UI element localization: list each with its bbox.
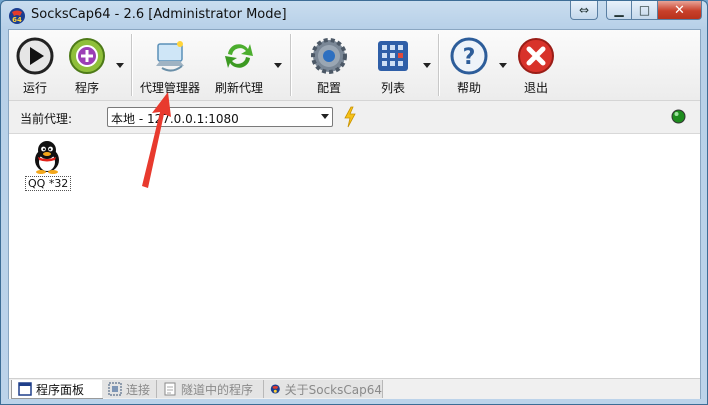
app-item-qq[interactable]: QQ *32 <box>25 140 72 191</box>
minimize-button[interactable]: ▁ <box>606 1 632 20</box>
maximize-icon: □ <box>638 3 651 17</box>
close-icon: ✕ <box>674 2 685 18</box>
toolbar-separator <box>131 34 133 96</box>
list-label: 列表 <box>380 81 405 95</box>
window-icon <box>18 382 32 396</box>
toolbar-separator <box>290 34 292 96</box>
run-label: 运行 <box>22 81 47 95</box>
proxy-manager-button[interactable]: 代理管理器 <box>137 34 203 96</box>
refresh-proxy-label: 刷新代理 <box>214 81 263 95</box>
add-program-icon <box>69 38 105 74</box>
minimize-icon: ▁ <box>614 3 624 17</box>
programs-dropdown-icon[interactable] <box>115 60 125 70</box>
restore-button[interactable]: ⇔ <box>570 1 598 20</box>
gear-icon <box>311 38 347 74</box>
svg-text:?: ? <box>463 45 476 70</box>
sockscap-logo-icon <box>270 384 280 394</box>
chevron-down-icon <box>321 114 329 119</box>
config-label: 配置 <box>316 81 341 95</box>
exit-icon <box>518 38 554 74</box>
tab-label: 隧道中的程序 <box>181 382 254 397</box>
sockscap-logo-icon: 64 <box>9 8 25 24</box>
proxy-select[interactable]: 本地 - 127.0.0.1:1080 <box>107 107 333 127</box>
status-indicator-icon <box>671 109 686 124</box>
proxy-bar: 当前代理: 本地 - 127.0.0.1:1080 <box>9 101 700 134</box>
programs-label: 程序 <box>74 81 99 95</box>
svg-text:64: 64 <box>12 16 22 24</box>
list-button[interactable]: 列表 <box>369 34 417 96</box>
bottom-tab-bar: 程序面板 连接 隧道中的程序 关于SocksCap64 <box>9 378 700 399</box>
lightning-icon[interactable] <box>343 106 357 128</box>
help-label: 帮助 <box>456 81 481 95</box>
app-item-label: QQ *32 <box>25 176 72 191</box>
refresh-dropdown-icon[interactable] <box>273 60 283 70</box>
qq-penguin-icon <box>35 141 59 174</box>
refresh-proxy-button[interactable]: 刷新代理 <box>209 34 269 96</box>
title-bar[interactable]: 64 SocksCap64 - 2.6 [Administrator Mode]… <box>1 1 707 29</box>
help-button[interactable]: ? 帮助 <box>445 34 493 96</box>
current-proxy-label: 当前代理: <box>20 112 73 126</box>
tab-tunneled-programs[interactable]: 隧道中的程序 <box>157 380 264 398</box>
proxy-select-value: 本地 - 127.0.0.1:1080 <box>111 112 239 126</box>
exit-label: 退出 <box>523 81 548 95</box>
window-title: SocksCap64 - 2.6 [Administrator Mode] <box>31 7 287 22</box>
tab-label: 程序面板 <box>36 382 85 397</box>
toolbar: 运行 程序 代理管理器 刷新代理 配置 列表 ? 帮助 退出 <box>9 30 700 101</box>
restore-icon: ⇔ <box>578 3 590 17</box>
proxy-manager-label: 代理管理器 <box>139 81 200 95</box>
maximize-button[interactable]: □ <box>632 1 658 20</box>
run-button[interactable]: 运行 <box>13 34 57 96</box>
tab-connections[interactable]: 连接 <box>102 380 157 398</box>
programs-button[interactable]: 程序 <box>63 34 111 96</box>
tab-label: 连接 <box>126 382 151 397</box>
grid-list-icon <box>378 41 408 71</box>
program-panel: QQ *32 <box>9 134 700 378</box>
client-area: 运行 程序 代理管理器 刷新代理 配置 列表 ? 帮助 退出 当前代理: 本地 … <box>8 29 701 399</box>
close-button[interactable]: ✕ <box>658 1 702 20</box>
refresh-icon <box>225 44 253 68</box>
tab-about[interactable]: 关于SocksCap64 <box>264 380 383 398</box>
toolbar-separator <box>438 34 440 96</box>
help-dropdown-icon[interactable] <box>498 60 508 70</box>
play-icon <box>16 37 54 75</box>
help-icon: ? <box>450 37 488 75</box>
tab-label: 关于SocksCap64 <box>284 382 382 397</box>
tab-program-panel[interactable]: 程序面板 <box>11 380 103 399</box>
proxy-manager-icon <box>156 41 184 72</box>
exit-button[interactable]: 退出 <box>512 34 560 96</box>
config-button[interactable]: 配置 <box>305 34 353 96</box>
connection-icon <box>108 382 122 396</box>
app-window: 64 SocksCap64 - 2.6 [Administrator Mode]… <box>0 0 708 405</box>
list-dropdown-icon[interactable] <box>422 60 432 70</box>
tunnel-icon <box>164 382 176 396</box>
